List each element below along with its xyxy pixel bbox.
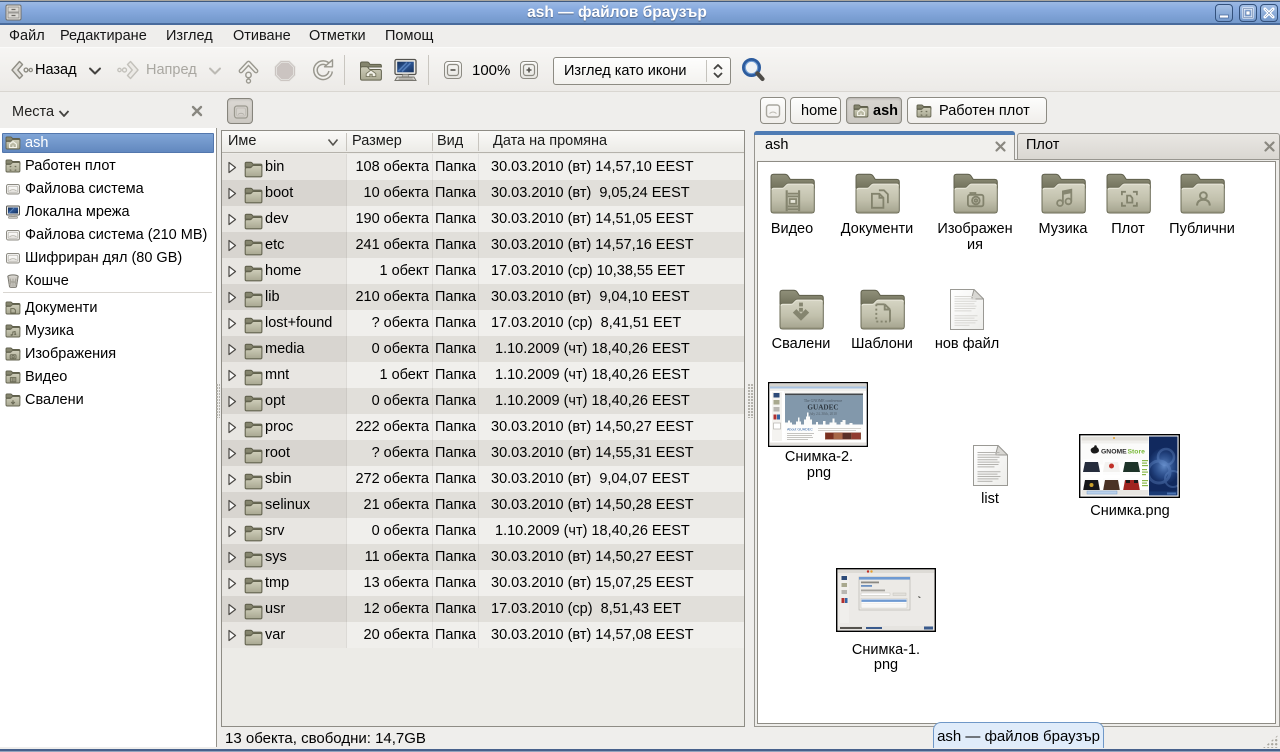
svg-text:GNOME: GNOME bbox=[1101, 449, 1127, 456]
svg-text:Store: Store bbox=[1128, 449, 1146, 456]
svg-text:The GNOME conference: The GNOME conference bbox=[804, 399, 843, 403]
svg-text:About GUADEC: About GUADEC bbox=[787, 428, 813, 432]
svg-text:GUADEC: GUADEC bbox=[807, 404, 838, 412]
